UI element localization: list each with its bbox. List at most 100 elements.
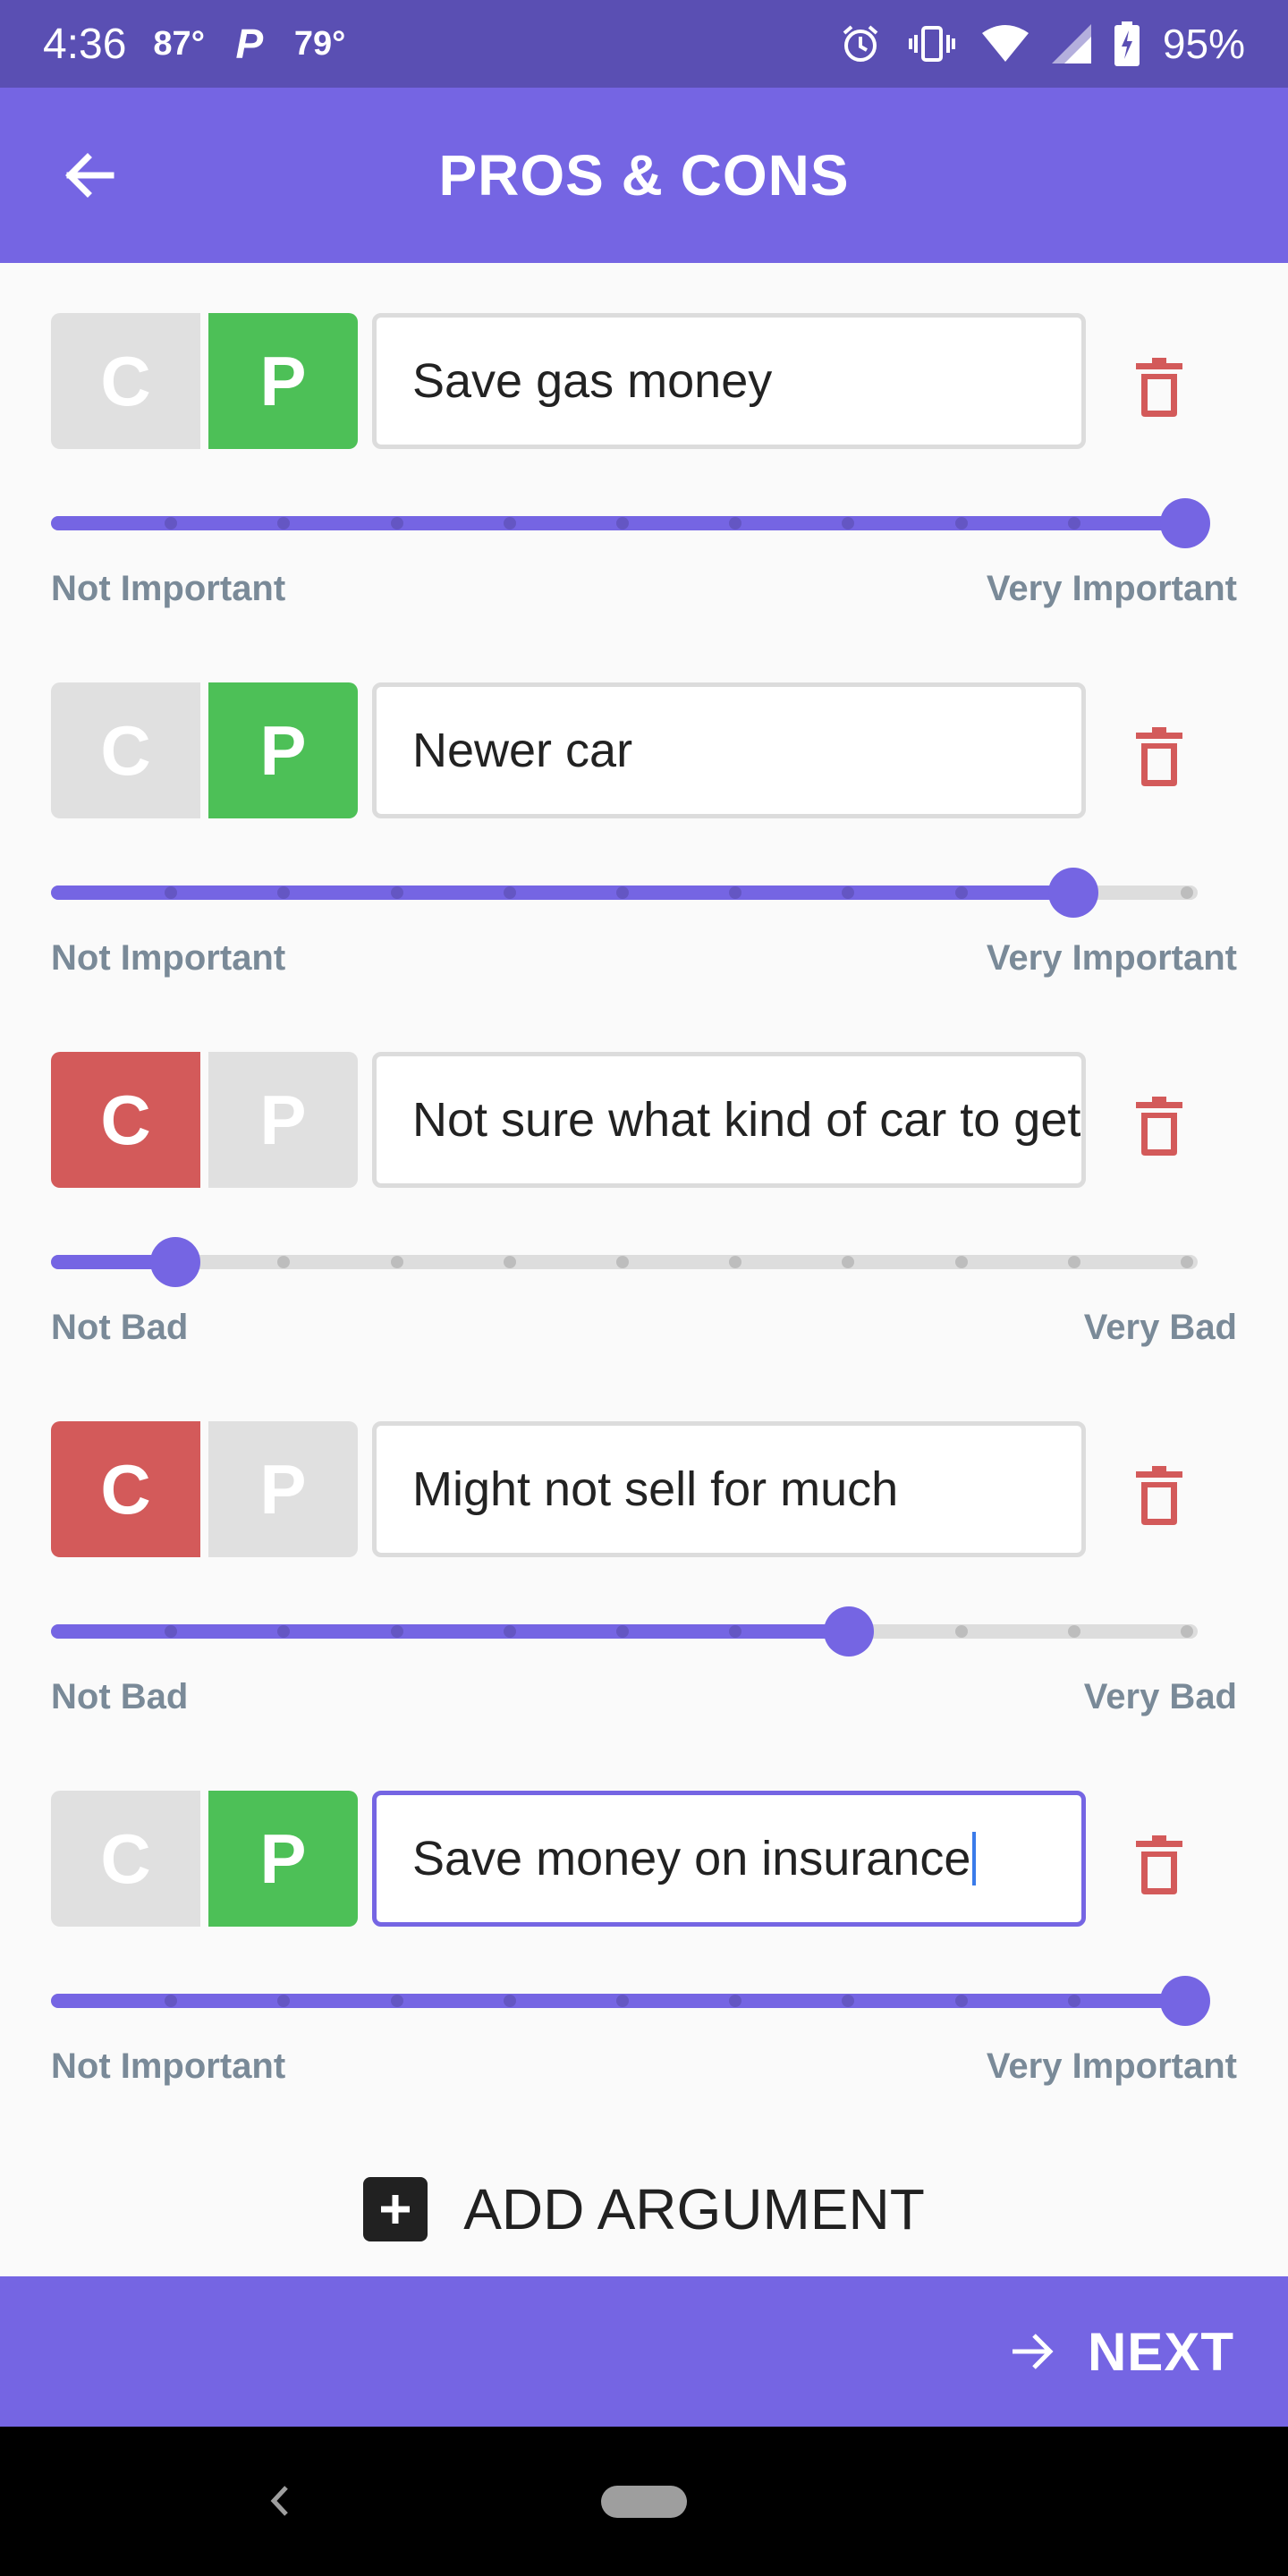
con-toggle-button[interactable]: C	[51, 1052, 200, 1188]
con-toggle-button[interactable]: C	[51, 1421, 200, 1557]
plus-square-icon	[363, 2177, 428, 2241]
status-temperature-secondary: 79°	[293, 24, 346, 63]
slider-tick	[503, 1995, 516, 2007]
alarm-icon	[839, 22, 882, 65]
battery-percentage: 95%	[1162, 21, 1245, 67]
con-toggle-button[interactable]: C	[51, 1791, 200, 1927]
slider-thumb[interactable]	[150, 1237, 201, 1287]
slider-max-label: Very Bad	[1083, 1308, 1237, 1347]
parking-app-icon: P	[235, 21, 264, 67]
slider-tick	[1181, 1256, 1193, 1268]
pro-toggle-button[interactable]: P	[208, 1421, 358, 1557]
slider-tick	[1067, 1625, 1080, 1638]
importance-slider[interactable]	[51, 1605, 1198, 1658]
pro-toggle-button[interactable]: P	[208, 313, 358, 449]
cell-signal-icon	[1051, 24, 1091, 64]
importance-slider[interactable]	[51, 496, 1210, 550]
bottom-action-bar: NEXT	[0, 2276, 1288, 2427]
slider-tick	[616, 1995, 629, 2007]
argument-text-input[interactable]: Might not sell for much	[372, 1421, 1086, 1557]
slider-tick	[954, 1625, 968, 1638]
status-bar: 4:36 87° P 79° 95%	[0, 0, 1288, 88]
argument-text-input[interactable]: Save money on insurance	[372, 1791, 1086, 1927]
argument-text-input[interactable]: Save gas money	[372, 313, 1086, 449]
nav-home-button[interactable]	[601, 2486, 687, 2518]
slider-thumb[interactable]	[823, 1606, 874, 1657]
argument-text: Save money on insurance	[412, 1832, 971, 1885]
slider-tick	[954, 517, 968, 530]
system-navigation-bar	[0, 2427, 1288, 2576]
slider-tick	[954, 1995, 968, 2007]
slider-min-label: Not Important	[51, 2046, 286, 2086]
slider-tick	[390, 1995, 403, 2007]
chevron-left-icon	[270, 2486, 288, 2516]
trash-icon	[1136, 727, 1182, 786]
slider-thumb[interactable]	[1160, 498, 1210, 548]
importance-slider[interactable]	[51, 1974, 1210, 2028]
status-temperature: 87°	[153, 24, 205, 63]
vibrate-icon	[905, 22, 959, 65]
con-pro-toggle: CP	[51, 1052, 358, 1188]
argument-text: Might not sell for much	[412, 1462, 899, 1516]
page-title: PROS & CONS	[438, 143, 850, 208]
importance-slider[interactable]	[51, 866, 1198, 919]
con-pro-toggle: CP	[51, 682, 358, 818]
battery-charging-icon	[1114, 21, 1140, 66]
add-argument-label: ADD ARGUMENT	[463, 2177, 925, 2241]
add-argument-button[interactable]: ADD ARGUMENT	[0, 2165, 1288, 2254]
slider-tick	[503, 886, 516, 899]
slider-tick	[954, 886, 968, 899]
argument-text: Not sure what kind of car to get	[412, 1093, 1081, 1147]
slider-thumb[interactable]	[1047, 868, 1098, 918]
slider-tick	[1181, 1625, 1193, 1638]
delete-argument-button[interactable]	[1134, 1097, 1191, 1168]
slider-fill	[51, 886, 1083, 900]
slider-max-label: Very Important	[986, 2046, 1237, 2086]
slider-tick	[1067, 1256, 1080, 1268]
app-bar: PROS & CONS	[0, 88, 1288, 263]
argument-text-input[interactable]: Newer car	[372, 682, 1086, 818]
delete-argument-button[interactable]	[1134, 1835, 1191, 1907]
trash-icon	[1136, 358, 1182, 417]
pro-toggle-button[interactable]: P	[208, 682, 358, 818]
argument-text-input[interactable]: Not sure what kind of car to get	[372, 1052, 1086, 1188]
slider-max-label: Very Bad	[1083, 1677, 1237, 1716]
con-pro-toggle: CP	[51, 1421, 358, 1557]
slider-max-label: Very Important	[986, 938, 1237, 978]
slider-tick	[390, 1625, 403, 1638]
pro-toggle-button[interactable]: P	[208, 1791, 358, 1927]
slider-tick	[503, 517, 516, 530]
slider-tick	[616, 1625, 629, 1638]
slider-min-label: Not Important	[51, 569, 286, 608]
text-cursor	[972, 1832, 977, 1885]
argument-text: Newer car	[412, 724, 633, 777]
delete-argument-button[interactable]	[1134, 727, 1191, 799]
slider-tick	[616, 886, 629, 899]
slider-tick	[616, 517, 629, 530]
slider-min-label: Not Important	[51, 938, 286, 978]
status-time: 4:36	[43, 20, 127, 68]
trash-icon	[1136, 1835, 1182, 1894]
con-toggle-button[interactable]: C	[51, 313, 200, 449]
slider-min-label: Not Bad	[51, 1308, 189, 1347]
slider-tick	[954, 1256, 968, 1268]
slider-tick	[1067, 517, 1080, 530]
con-pro-toggle: CP	[51, 313, 358, 449]
nav-back-button[interactable]	[258, 2479, 302, 2523]
trash-icon	[1136, 1097, 1182, 1156]
slider-tick	[503, 1625, 516, 1638]
pro-toggle-button[interactable]: P	[208, 1052, 358, 1188]
slider-tick	[390, 517, 403, 530]
importance-slider[interactable]	[51, 1235, 1198, 1289]
con-pro-toggle: CP	[51, 1791, 358, 1927]
delete-argument-button[interactable]	[1134, 358, 1191, 429]
arrow-right-icon	[1012, 2334, 1054, 2369]
con-toggle-button[interactable]: C	[51, 682, 200, 818]
slider-tick	[616, 1256, 629, 1268]
next-button[interactable]: NEXT	[1009, 2276, 1234, 2427]
trash-icon	[1136, 1466, 1182, 1525]
slider-tick	[390, 886, 403, 899]
slider-thumb[interactable]	[1160, 1976, 1210, 2026]
slider-tick	[1067, 1995, 1080, 2007]
delete-argument-button[interactable]	[1134, 1466, 1191, 1538]
